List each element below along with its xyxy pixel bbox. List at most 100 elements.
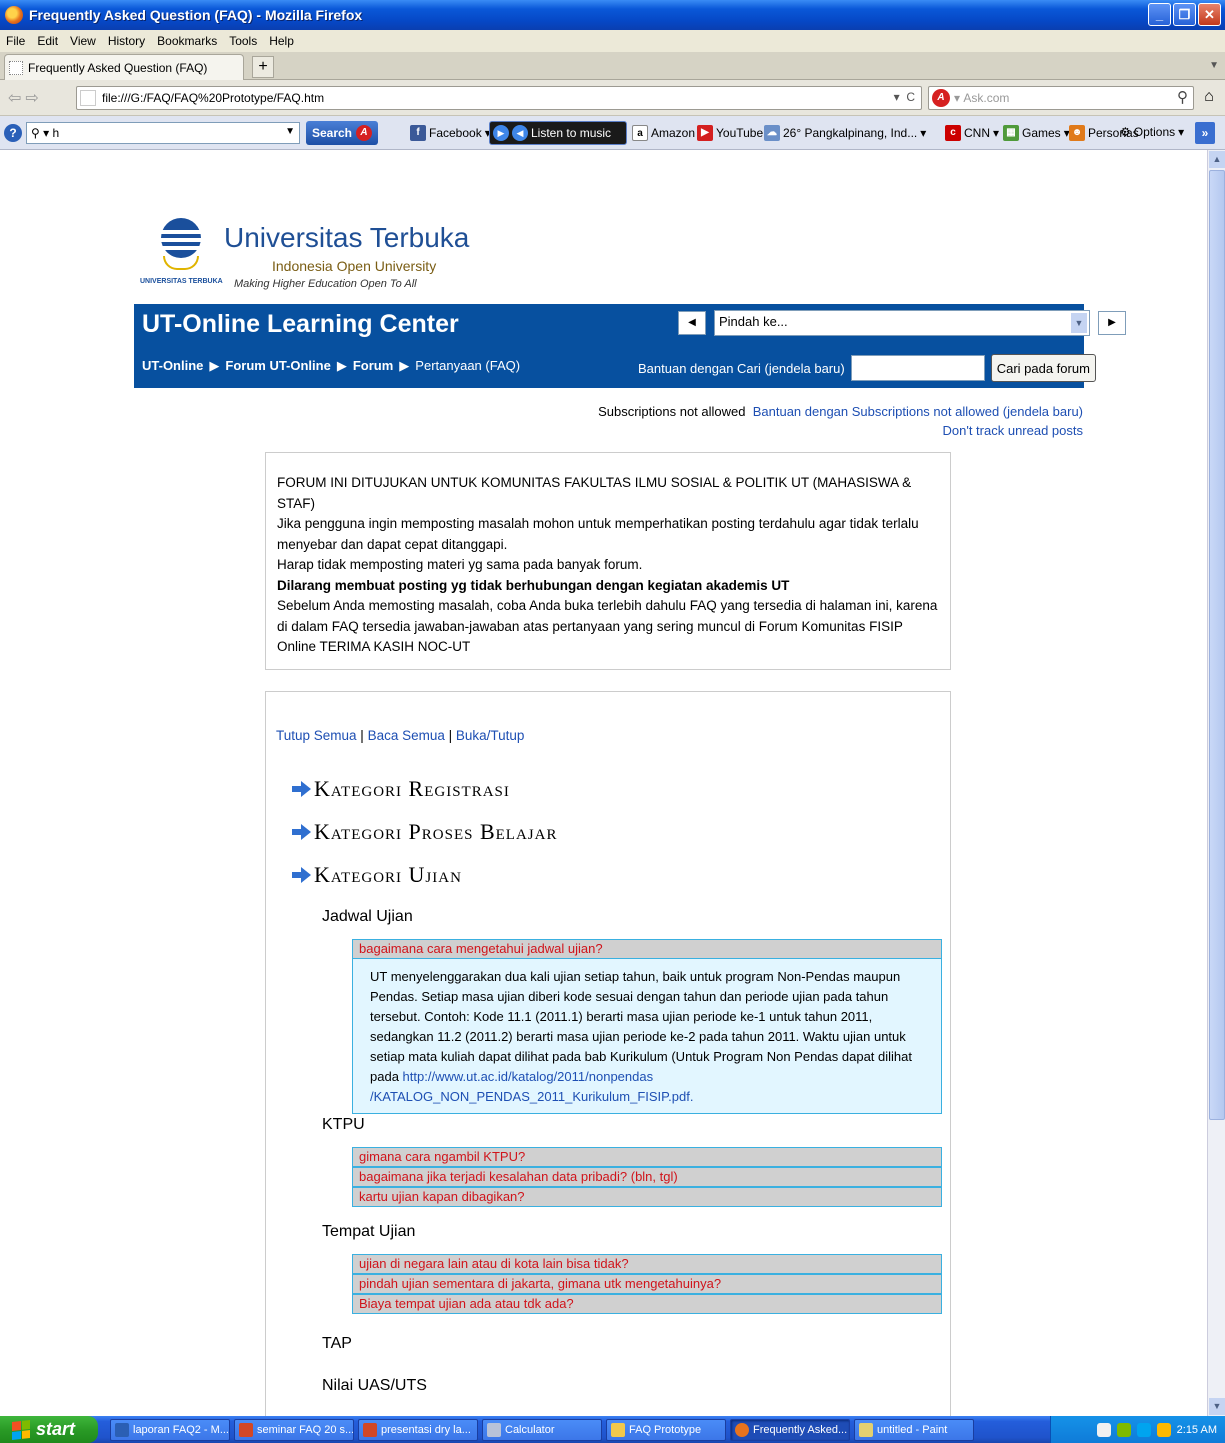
- arrow-right-icon: [292, 781, 312, 797]
- search-help-link[interactable]: Bantuan dengan Cari (jendela baru): [638, 361, 845, 376]
- forum-header: UT-Online Learning Center UT-Online ▶ For…: [134, 304, 1126, 388]
- collapse-all-link[interactable]: Tutup Semua: [276, 728, 357, 743]
- section-nilai[interactable]: Nilai UAS/UTS: [322, 1377, 427, 1395]
- network-tray-icon[interactable]: [1116, 1422, 1131, 1437]
- task-paint[interactable]: untitled - Paint: [854, 1418, 974, 1441]
- close-button[interactable]: ✕: [1198, 3, 1221, 26]
- personas-icon: ☻: [1069, 125, 1085, 141]
- menu-tools[interactable]: Tools: [229, 34, 257, 48]
- ask-input-dropdown-icon[interactable]: ▼: [285, 126, 295, 137]
- vertical-scrollbar[interactable]: ▲ ▼: [1207, 150, 1225, 1416]
- list-tabs-icon[interactable]: ▼: [1209, 60, 1219, 71]
- site-identity-icon[interactable]: [80, 90, 96, 106]
- toolbar-cnn[interactable]: c CNN ▾: [945, 125, 999, 141]
- forum-search-button[interactable]: Cari pada forum: [990, 354, 1096, 382]
- breadcrumb-forum[interactable]: Forum: [353, 358, 393, 374]
- faq-question[interactable]: kartu ujian kapan dibagikan?: [352, 1187, 942, 1207]
- task-folder[interactable]: FAQ Prototype: [606, 1418, 726, 1441]
- new-tab-button[interactable]: +: [252, 56, 274, 78]
- ask-help-icon[interactable]: ?: [4, 124, 22, 142]
- cnn-label: CNN: [964, 126, 990, 140]
- volume-icon: ◀: [512, 125, 528, 141]
- category-label: Kategori Proses Belajar: [314, 819, 558, 844]
- chevron-down-icon: ▼: [1071, 313, 1087, 333]
- section-tap[interactable]: TAP: [322, 1335, 352, 1353]
- read-all-link[interactable]: Baca Semua: [368, 728, 445, 743]
- scrollbar-thumb[interactable]: [1209, 170, 1225, 1120]
- task-firefox[interactable]: Frequently Asked...: [730, 1418, 850, 1441]
- faq-question[interactable]: gimana cara ngambil KTPU?: [352, 1147, 942, 1167]
- folder-icon: [611, 1422, 625, 1437]
- firefox-icon: [735, 1422, 749, 1437]
- task-ppt-seminar[interactable]: seminar FAQ 20 s...: [234, 1418, 354, 1441]
- category-label: Kategori Registrasi: [314, 776, 510, 801]
- category-registrasi[interactable]: Kategori Registrasi: [292, 776, 510, 802]
- search-bar[interactable]: A ▾ Ask.com ⚲: [928, 86, 1194, 110]
- next-arrow-button[interactable]: ▶: [1098, 311, 1126, 335]
- category-proses-belajar[interactable]: Kategori Proses Belajar: [292, 819, 557, 845]
- menu-history[interactable]: History: [108, 34, 145, 48]
- toolbar-overflow-chevron-icon[interactable]: »: [1195, 122, 1215, 144]
- restore-button[interactable]: ❐: [1173, 3, 1196, 26]
- menu-view[interactable]: View: [70, 34, 96, 48]
- youtube-icon: ▶: [697, 125, 713, 141]
- subscription-help-link[interactable]: Bantuan dengan Subscriptions not allowed…: [753, 404, 1083, 419]
- menu-help[interactable]: Help: [269, 34, 294, 48]
- tab-faq[interactable]: Frequently Asked Question (FAQ): [4, 54, 244, 80]
- minimize-button[interactable]: _: [1148, 3, 1171, 26]
- toolbar-weather[interactable]: ☁ 26° Pangkalpinang, Ind... ▾: [764, 125, 926, 141]
- scroll-up-icon[interactable]: ▲: [1209, 151, 1225, 168]
- breadcrumb-forum-ut-online[interactable]: Forum UT-Online: [225, 358, 330, 374]
- category-ujian[interactable]: Kategori Ujian: [292, 862, 462, 888]
- scroll-down-icon[interactable]: ▼: [1209, 1398, 1225, 1415]
- amazon-label: Amazon: [651, 126, 696, 140]
- section-tempat-ujian[interactable]: Tempat Ujian: [322, 1223, 415, 1241]
- task-ppt-presentasi[interactable]: presentasi dry la...: [358, 1418, 478, 1441]
- back-arrow-icon[interactable]: ⇦: [8, 88, 21, 108]
- security-tray-icon[interactable]: [1156, 1422, 1171, 1437]
- ask-search-input[interactable]: ⚲ ▾ h ▼: [26, 122, 300, 144]
- forum-search-input[interactable]: [850, 355, 985, 381]
- volume-tray-icon[interactable]: [1136, 1422, 1151, 1437]
- weather-icon: ☁: [764, 125, 780, 141]
- faq-question[interactable]: bagaimana cara mengetahui jadwal ujian?: [352, 939, 942, 959]
- toolbar-games[interactable]: ▦ Games ▾: [1003, 125, 1070, 141]
- menu-file[interactable]: File: [6, 34, 25, 48]
- magnifier-icon: ⚲ ▾: [31, 126, 53, 140]
- katalog-link[interactable]: http://www.ut.ac.id/katalog/2011/nonpend…: [370, 1069, 693, 1104]
- search-engine-dropdown-icon[interactable]: ▾: [954, 91, 963, 105]
- breadcrumb-ut-online[interactable]: UT-Online: [142, 358, 203, 374]
- help-tray-icon[interactable]: [1096, 1422, 1111, 1437]
- menu-bookmarks[interactable]: Bookmarks: [157, 34, 217, 48]
- url-bar[interactable]: file:///G:/FAQ/FAQ%20Prototype/FAQ.htm ▾…: [76, 86, 922, 110]
- facebook-label: Facebook: [429, 126, 482, 140]
- jump-select[interactable]: Pindah ke... ▼: [714, 310, 1090, 336]
- section-jadwal-ujian[interactable]: Jadwal Ujian: [322, 908, 413, 926]
- faq-answer-text: UT menyelenggarakan dua kali ujian setia…: [370, 969, 912, 1084]
- youtube-label: YouTube: [716, 126, 764, 140]
- reload-icon[interactable]: ▾ C: [894, 90, 915, 104]
- faq-question[interactable]: Biaya tempat ujian ada atau tdk ada?: [352, 1294, 942, 1314]
- toolbar-listen-music[interactable]: ▶ ◀ Listen to music: [489, 121, 627, 145]
- toolbar-amazon[interactable]: a Amazon: [632, 125, 695, 141]
- track-unread-link[interactable]: Don't track unread posts: [943, 423, 1084, 438]
- task-word-laporan[interactable]: laporan FAQ2 - M...: [110, 1418, 230, 1441]
- ut-emblem-icon: [158, 218, 204, 272]
- search-icon[interactable]: ⚲: [1177, 88, 1188, 106]
- page-favicon-icon: [9, 60, 23, 75]
- toolbar-facebook[interactable]: f Facebook ▾: [410, 125, 491, 141]
- toolbar-youtube[interactable]: ▶ YouTube: [697, 125, 763, 141]
- task-calculator[interactable]: Calculator: [482, 1418, 602, 1441]
- toggle-link[interactable]: Buka/Tutup: [456, 728, 525, 743]
- faq-question[interactable]: ujian di negara lain atau di kota lain b…: [352, 1254, 942, 1274]
- ask-search-button[interactable]: Search A: [306, 121, 378, 145]
- menu-edit[interactable]: Edit: [37, 34, 58, 48]
- start-button[interactable]: start: [0, 1416, 98, 1443]
- prev-arrow-button[interactable]: ◀: [678, 311, 706, 335]
- toolbar-options[interactable]: ⚙ Options ▾: [1120, 125, 1184, 139]
- faq-question[interactable]: bagaimana jika terjadi kesalahan data pr…: [352, 1167, 942, 1187]
- home-icon[interactable]: ⌂: [1199, 88, 1219, 108]
- faq-question[interactable]: pindah ujian sementara di jakarta, giman…: [352, 1274, 942, 1294]
- forward-arrow-icon[interactable]: ⇨: [25, 88, 38, 108]
- section-ktpu[interactable]: KTPU: [322, 1116, 365, 1134]
